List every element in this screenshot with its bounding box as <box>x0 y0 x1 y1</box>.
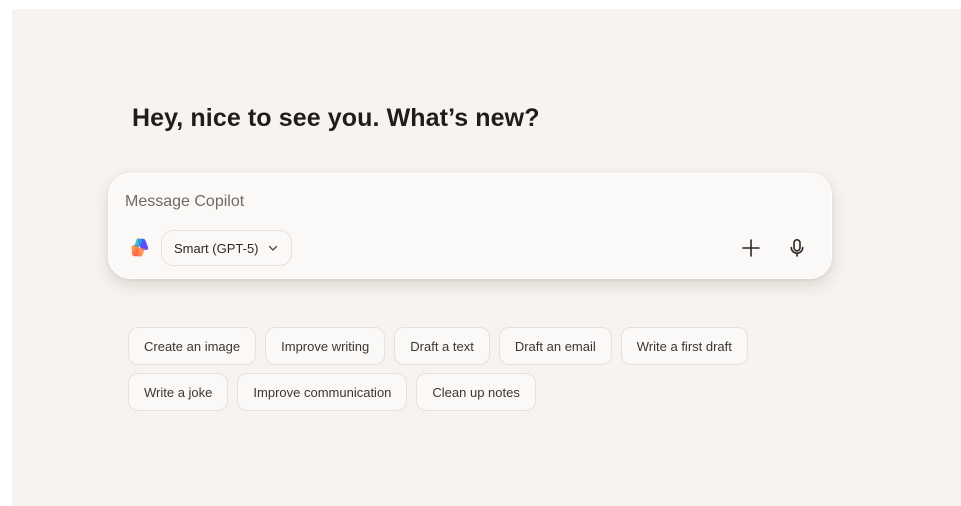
suggestion-chip[interactable]: Improve writing <box>265 327 386 365</box>
suggestion-chip[interactable]: Write a joke <box>128 373 229 411</box>
message-composer: Smart (GPT-5) <box>108 173 832 279</box>
model-selector-label: Smart (GPT-5) <box>174 240 259 256</box>
model-selector[interactable]: Smart (GPT-5) <box>161 230 292 266</box>
message-input[interactable] <box>125 188 765 216</box>
suggestion-row: Create an image Improve writing Draft a … <box>128 327 828 365</box>
suggestion-chip[interactable]: Draft an email <box>498 327 612 365</box>
microphone-button[interactable] <box>783 234 811 262</box>
main-canvas: Hey, nice to see you. What’s new? Messag… <box>12 9 961 506</box>
greeting-heading: Hey, nice to see you. What’s new? <box>132 104 540 132</box>
plus-icon <box>742 239 760 257</box>
suggestion-chips: Create an image Improve writing Draft a … <box>128 327 828 419</box>
chevron-down-icon <box>268 245 277 251</box>
suggestion-chip[interactable]: Improve communication <box>237 373 408 411</box>
suggestion-chip[interactable]: Draft a text <box>394 327 490 365</box>
suggestion-row: Write a joke Improve communication Clean… <box>128 373 828 411</box>
microphone-icon <box>790 238 804 257</box>
suggestion-chip[interactable]: Clean up notes <box>416 373 536 411</box>
add-attachment-button[interactable] <box>737 234 765 262</box>
suggestion-chip[interactable]: Create an image <box>128 327 257 365</box>
copilot-logo-icon <box>131 238 149 257</box>
suggestion-chip[interactable]: Write a first draft <box>620 327 748 365</box>
